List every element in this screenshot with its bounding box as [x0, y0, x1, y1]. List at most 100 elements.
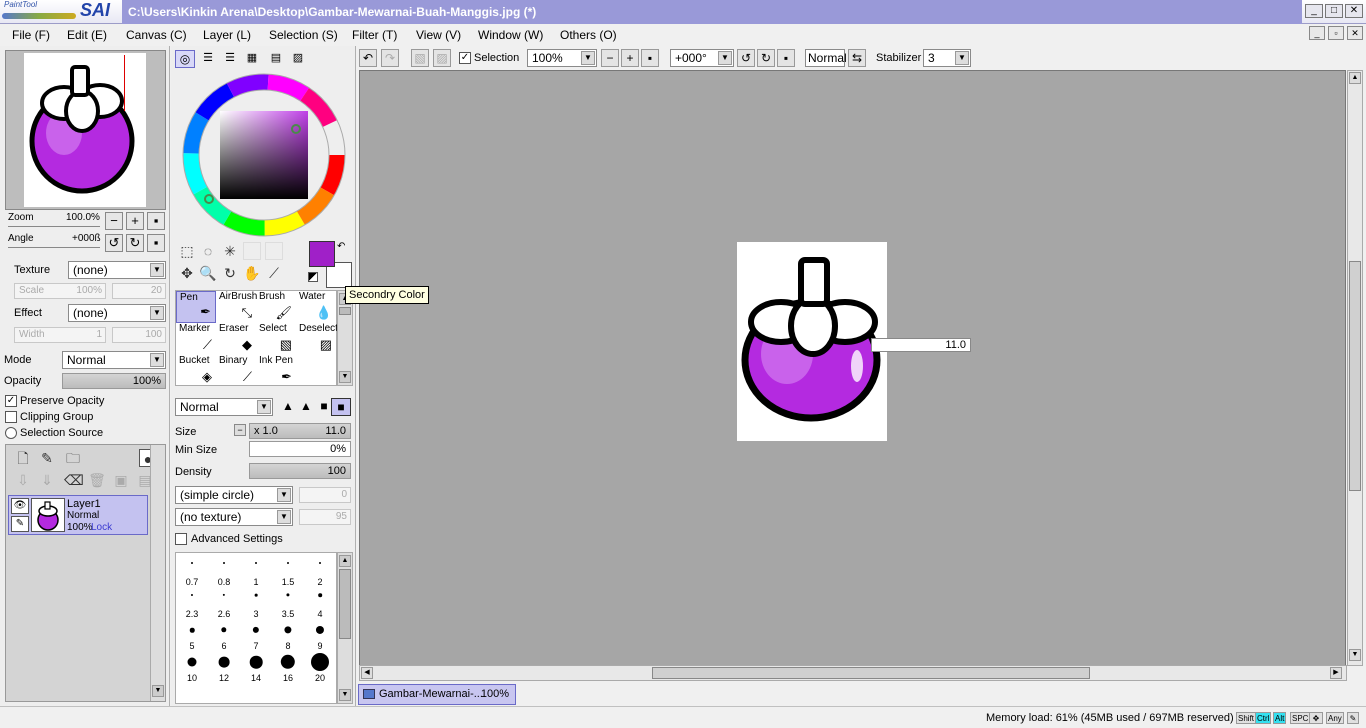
layer-row[interactable]: 👁 ✎ Layer1 Normal 100% Lock: [8, 495, 148, 535]
selection-source-radio[interactable]: [5, 427, 17, 439]
min-size-slider[interactable]: 0%: [249, 441, 351, 457]
brush-shape-flat-icon[interactable]: ■: [331, 398, 351, 416]
document-canvas[interactable]: [737, 242, 887, 441]
lasso-icon[interactable]: ◌: [199, 242, 217, 260]
magic-wand-icon[interactable]: ✳: [221, 242, 239, 260]
menu-selection[interactable]: Selection (S): [269, 28, 338, 42]
hand-icon[interactable]: ✋: [243, 264, 261, 282]
canvas-horizontal-scrollbar[interactable]: ◀ ▶: [359, 665, 1347, 681]
scroll-down-icon[interactable]: ▼: [339, 689, 351, 701]
primary-color-swatch[interactable]: [309, 241, 335, 267]
zoom-out-icon[interactable]: −: [601, 49, 619, 67]
zoom-out-button[interactable]: −: [105, 212, 123, 230]
brush-size-preset[interactable]: 2.6: [208, 589, 240, 621]
brush-lock-icon[interactable]: ✎: [11, 516, 29, 532]
scroll-right-icon[interactable]: ▶: [1330, 667, 1342, 679]
scroll-thumb[interactable]: [339, 569, 351, 639]
brush-blend-select[interactable]: Normal ▼: [175, 398, 273, 416]
view-mode-field[interactable]: Normal: [805, 49, 847, 67]
scroll-down-icon[interactable]: ▼: [339, 371, 351, 383]
tool-brush[interactable]: Brush 🖌: [256, 291, 296, 323]
color-wheel-tab-icon[interactable]: ◎: [175, 50, 195, 68]
tool-pen[interactable]: Pen ✒: [176, 291, 216, 323]
size-slider[interactable]: x 1.0 11.0: [249, 423, 351, 439]
brush-size-preset[interactable]: 20: [304, 653, 336, 685]
menu-file[interactable]: File (F): [12, 28, 50, 42]
navigator-preview[interactable]: [5, 50, 166, 210]
rotate-right-button[interactable]: ↻: [126, 234, 144, 252]
vertical-scroll-thumb[interactable]: [1349, 261, 1361, 491]
doc-restore-button[interactable]: ▫: [1328, 26, 1344, 40]
flip-horizontal-icon[interactable]: ⇆: [848, 49, 866, 67]
swatches-tab-icon[interactable]: ▤: [267, 50, 285, 68]
size-decrement-button[interactable]: −: [234, 424, 246, 436]
rotate-ccw-icon[interactable]: ↺: [737, 49, 755, 67]
clipping-group-checkbox[interactable]: [5, 411, 17, 423]
advanced-settings-checkbox[interactable]: [175, 533, 187, 545]
tool-bucket[interactable]: Bucket ◈: [176, 355, 216, 387]
scroll-left-icon[interactable]: ◀: [361, 667, 373, 679]
brush-size-preset[interactable]: 1: [240, 557, 272, 589]
close-button[interactable]: ✕: [1345, 4, 1363, 18]
tool-binary[interactable]: Binary ⟋: [216, 355, 256, 387]
brush-size-preset[interactable]: 7: [240, 621, 272, 653]
scroll-up-icon[interactable]: ▲: [339, 555, 351, 567]
menu-view[interactable]: View (V): [416, 28, 461, 42]
clear-layer-icon[interactable]: ⌫: [64, 471, 84, 489]
menu-layer[interactable]: Layer (L): [203, 28, 251, 42]
tool-select[interactable]: Select ▧: [256, 323, 296, 355]
angle-select[interactable]: +000° ▼: [670, 49, 734, 67]
brush-size-scrollbar[interactable]: ▲ ▼: [337, 552, 353, 704]
brush-size-preset[interactable]: 8: [272, 621, 304, 653]
menu-others[interactable]: Others (O): [560, 28, 617, 42]
layer-mode-select[interactable]: Normal ▼: [62, 351, 166, 369]
selection-checkbox[interactable]: ✓: [459, 52, 471, 64]
tool-ink-pen[interactable]: Ink Pen ✒: [256, 355, 296, 387]
undo-icon[interactable]: ↶: [359, 49, 377, 67]
move-icon[interactable]: ✥: [178, 264, 196, 282]
minimize-button[interactable]: _: [1305, 4, 1323, 18]
eye-icon[interactable]: 👁: [11, 498, 29, 514]
brush-shape-select[interactable]: (simple circle) ▼: [175, 486, 293, 504]
brush-size-preset[interactable]: 3: [240, 589, 272, 621]
new-linework-layer-icon[interactable]: ✎: [38, 449, 56, 467]
brush-size-preset[interactable]: 6: [208, 621, 240, 653]
opacity-slider[interactable]: 100%: [62, 373, 166, 389]
zoom-slider[interactable]: [8, 226, 100, 227]
tool-airbrush[interactable]: AirBrush ⤡: [216, 291, 257, 323]
brush-size-preset[interactable]: 16: [272, 653, 304, 685]
menu-window[interactable]: Window (W): [478, 28, 543, 42]
zoom-select[interactable]: 100% ▼: [527, 49, 597, 67]
brush-size-preset[interactable]: 9: [304, 621, 336, 653]
rotate-icon[interactable]: ↻: [221, 264, 239, 282]
reset-colors-icon[interactable]: [308, 272, 318, 282]
scroll-up-icon[interactable]: ▲: [1349, 72, 1361, 84]
redo-icon[interactable]: ↷: [381, 49, 399, 67]
doc-minimize-button[interactable]: _: [1309, 26, 1325, 40]
brush-size-preset[interactable]: 0.7: [176, 557, 208, 589]
tool-scrollbar[interactable]: ▲ ▼: [337, 290, 353, 386]
zoom-fit-icon[interactable]: ▪: [641, 49, 659, 67]
zoom-icon[interactable]: 🔍: [199, 264, 217, 282]
color-palette-tab-icon[interactable]: ▦: [243, 50, 261, 68]
deselect-icon[interactable]: ▧: [411, 49, 429, 67]
canvas-area[interactable]: 11.0: [359, 70, 1346, 666]
tool-deselect[interactable]: Deselect ▨: [296, 323, 338, 355]
select-rect-icon[interactable]: ⬚: [178, 242, 196, 260]
invert-selection-icon[interactable]: ▨: [433, 49, 451, 67]
rotate-reset-icon[interactable]: ▪: [777, 49, 795, 67]
color-wheel[interactable]: [181, 72, 347, 238]
menu-edit[interactable]: Edit (E): [67, 28, 107, 42]
maximize-button[interactable]: □: [1325, 4, 1343, 18]
tool-eraser[interactable]: Eraser ◆: [216, 323, 256, 355]
tool-marker[interactable]: Marker ⟋: [176, 323, 216, 355]
scroll-down-icon[interactable]: ▼: [152, 685, 164, 697]
scroll-down-icon[interactable]: ▼: [1349, 649, 1361, 661]
brush-size-preset[interactable]: 0.8: [208, 557, 240, 589]
hsv-slider-tab-icon[interactable]: ☰: [221, 50, 239, 68]
new-folder-icon[interactable]: 🗀: [64, 449, 82, 467]
menu-canvas[interactable]: Canvas (C): [126, 28, 187, 42]
eyedropper-icon[interactable]: ⟋: [265, 264, 283, 282]
density-slider[interactable]: 100: [249, 463, 351, 479]
canvas-vertical-scrollbar[interactable]: ▲ ▼: [1347, 70, 1363, 666]
